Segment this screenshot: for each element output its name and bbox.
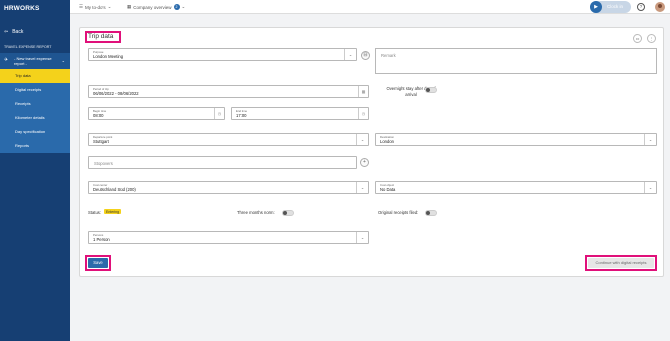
play-icon: ▶ — [590, 1, 602, 13]
help-icon[interactable]: ? — [637, 3, 645, 11]
company-overview-menu[interactable]: ▦ Company overview 2 ⌄ — [127, 4, 185, 10]
add-stopover-icon[interactable]: + — [360, 158, 369, 167]
checklist-icon: ☰ — [79, 4, 84, 9]
three-months-toggle[interactable] — [282, 210, 294, 216]
purpose-field[interactable]: Purpose London Meeting ⌄ — [88, 48, 357, 61]
company-overview-label: Company overview — [133, 4, 172, 10]
report-selector[interactable]: ✈ - New travel expense report - ⌄ — [0, 53, 70, 69]
avatar[interactable] — [655, 2, 665, 12]
top-bar: ☰ My to-do's ⌄ ▦ Company overview 2 ⌄ ▶ … — [70, 0, 670, 14]
back-label: Back — [12, 29, 24, 35]
clock-icon[interactable]: ◷ — [214, 108, 224, 119]
begin-time-field[interactable]: Begin time 08:00 ◷ — [88, 107, 225, 120]
continue-button[interactable]: Continue with digital receipts — [588, 258, 654, 268]
chevron-down-icon: ⌄ — [356, 134, 368, 145]
original-receipts-toggle[interactable] — [425, 210, 437, 216]
purpose-value: London Meeting — [93, 54, 124, 59]
clock-in-label: Clock in — [607, 4, 624, 9]
status-badge: Entering — [104, 209, 122, 214]
sidebar-item-trip-data[interactable]: Trip data — [0, 69, 70, 83]
back-button[interactable]: ⇦ Back — [4, 29, 23, 35]
destination-field[interactable]: Destination London ⌄ — [375, 133, 657, 146]
todo-menu[interactable]: ☰ My to-do's ⌄ — [79, 4, 111, 10]
building-icon: ▦ — [127, 4, 132, 9]
app-logo: HRWORKS — [4, 5, 40, 12]
original-receipts-label: Original receipts filed: — [378, 210, 419, 215]
copy-icon[interactable]: ⊟ — [361, 51, 370, 60]
sidebar-item-reports[interactable]: Reports — [0, 139, 70, 153]
section-title: TRAVEL EXPENSE REPORT — [4, 45, 52, 49]
sidebar-item-day-specification[interactable]: Day specification — [0, 125, 70, 139]
sidebar-item-digital-receipts[interactable]: Digital receipts — [0, 83, 70, 97]
cost-object-field[interactable]: Cost object No Data ⌄ — [375, 181, 657, 194]
stopovers-field[interactable]: Stopovers — [88, 156, 357, 169]
report-label: - New travel expense report - — [14, 56, 52, 66]
chevron-down-icon: ⌄ — [644, 182, 656, 193]
status-label: Status: — [88, 210, 102, 215]
end-time-value: 17:00 — [236, 113, 247, 118]
todo-label: My to-do's — [85, 4, 106, 10]
cost-center-field[interactable]: Cost center Deutschland Süd (200) ⌄ — [88, 181, 369, 194]
begin-time-value: 08:00 — [93, 113, 104, 118]
departure-field[interactable]: Departure point Stuttgart ⌄ — [88, 133, 369, 146]
chevron-down-icon: ⌄ — [61, 58, 65, 63]
chevron-down-icon: ⌄ — [356, 232, 368, 243]
departure-value: Stuttgart — [93, 139, 109, 144]
clock-icon[interactable]: ◷ — [358, 108, 368, 119]
cost-center-value: Deutschland Süd (200) — [93, 187, 136, 192]
stopovers-placeholder: Stopovers — [94, 161, 113, 166]
three-months-label: Three months norm: — [237, 210, 275, 215]
period-field[interactable]: Period of trip 06/06/2022 - 08/06/2022 ▦ — [88, 85, 369, 98]
remark-field[interactable]: Remark — [375, 48, 657, 74]
plane-icon: ✈ — [4, 57, 9, 63]
chevron-down-icon: ⌄ — [107, 4, 112, 9]
save-draft-icon[interactable]: ▭ — [633, 34, 642, 43]
more-options-icon[interactable]: ⋮ — [647, 34, 656, 43]
end-time-field[interactable]: End time 17:00 ◷ — [231, 107, 369, 120]
chevron-down-icon: ⌄ — [644, 134, 656, 145]
sidebar: HRWORKS ⇦ Back TRAVEL EXPENSE REPORT ✈ -… — [0, 0, 70, 341]
page-title: Trip data — [88, 33, 114, 40]
persons-value: 1 Person — [93, 237, 110, 242]
destination-value: London — [380, 139, 394, 144]
cost-object-value: No Data — [380, 187, 396, 192]
remark-placeholder: Remark — [381, 53, 396, 58]
company-badge: 2 — [173, 4, 180, 10]
sidebar-item-kilometer-details[interactable]: Kilometer details — [0, 111, 70, 125]
chevron-down-icon: ⌄ — [356, 182, 368, 193]
arrow-left-icon: ⇦ — [4, 29, 9, 35]
chevron-down-icon: ⌄ — [181, 4, 186, 9]
save-button[interactable]: Save — [88, 258, 108, 268]
period-value: 06/06/2022 - 08/06/2022 — [93, 91, 139, 96]
overnight-toggle[interactable] — [425, 87, 437, 93]
persons-field[interactable]: Persons 1 Person ⌄ — [88, 231, 369, 244]
clock-in-button[interactable]: ▶ Clock in — [590, 1, 631, 13]
chevron-down-icon: ⌄ — [344, 49, 356, 60]
calendar-icon[interactable]: ▦ — [358, 86, 368, 97]
sidebar-item-receipts[interactable]: Receipts — [0, 97, 70, 111]
